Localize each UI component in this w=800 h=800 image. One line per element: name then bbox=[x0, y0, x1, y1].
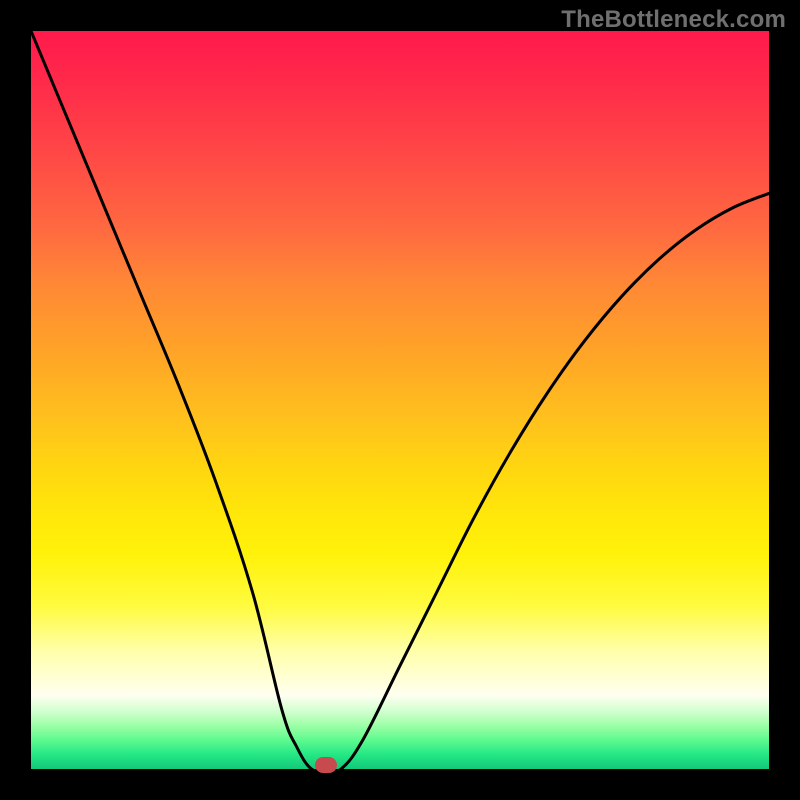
chart-frame: TheBottleneck.com bbox=[0, 0, 800, 800]
bottleneck-curve bbox=[31, 31, 769, 769]
optimal-point-marker bbox=[315, 757, 337, 773]
watermark-text: TheBottleneck.com bbox=[561, 6, 786, 34]
